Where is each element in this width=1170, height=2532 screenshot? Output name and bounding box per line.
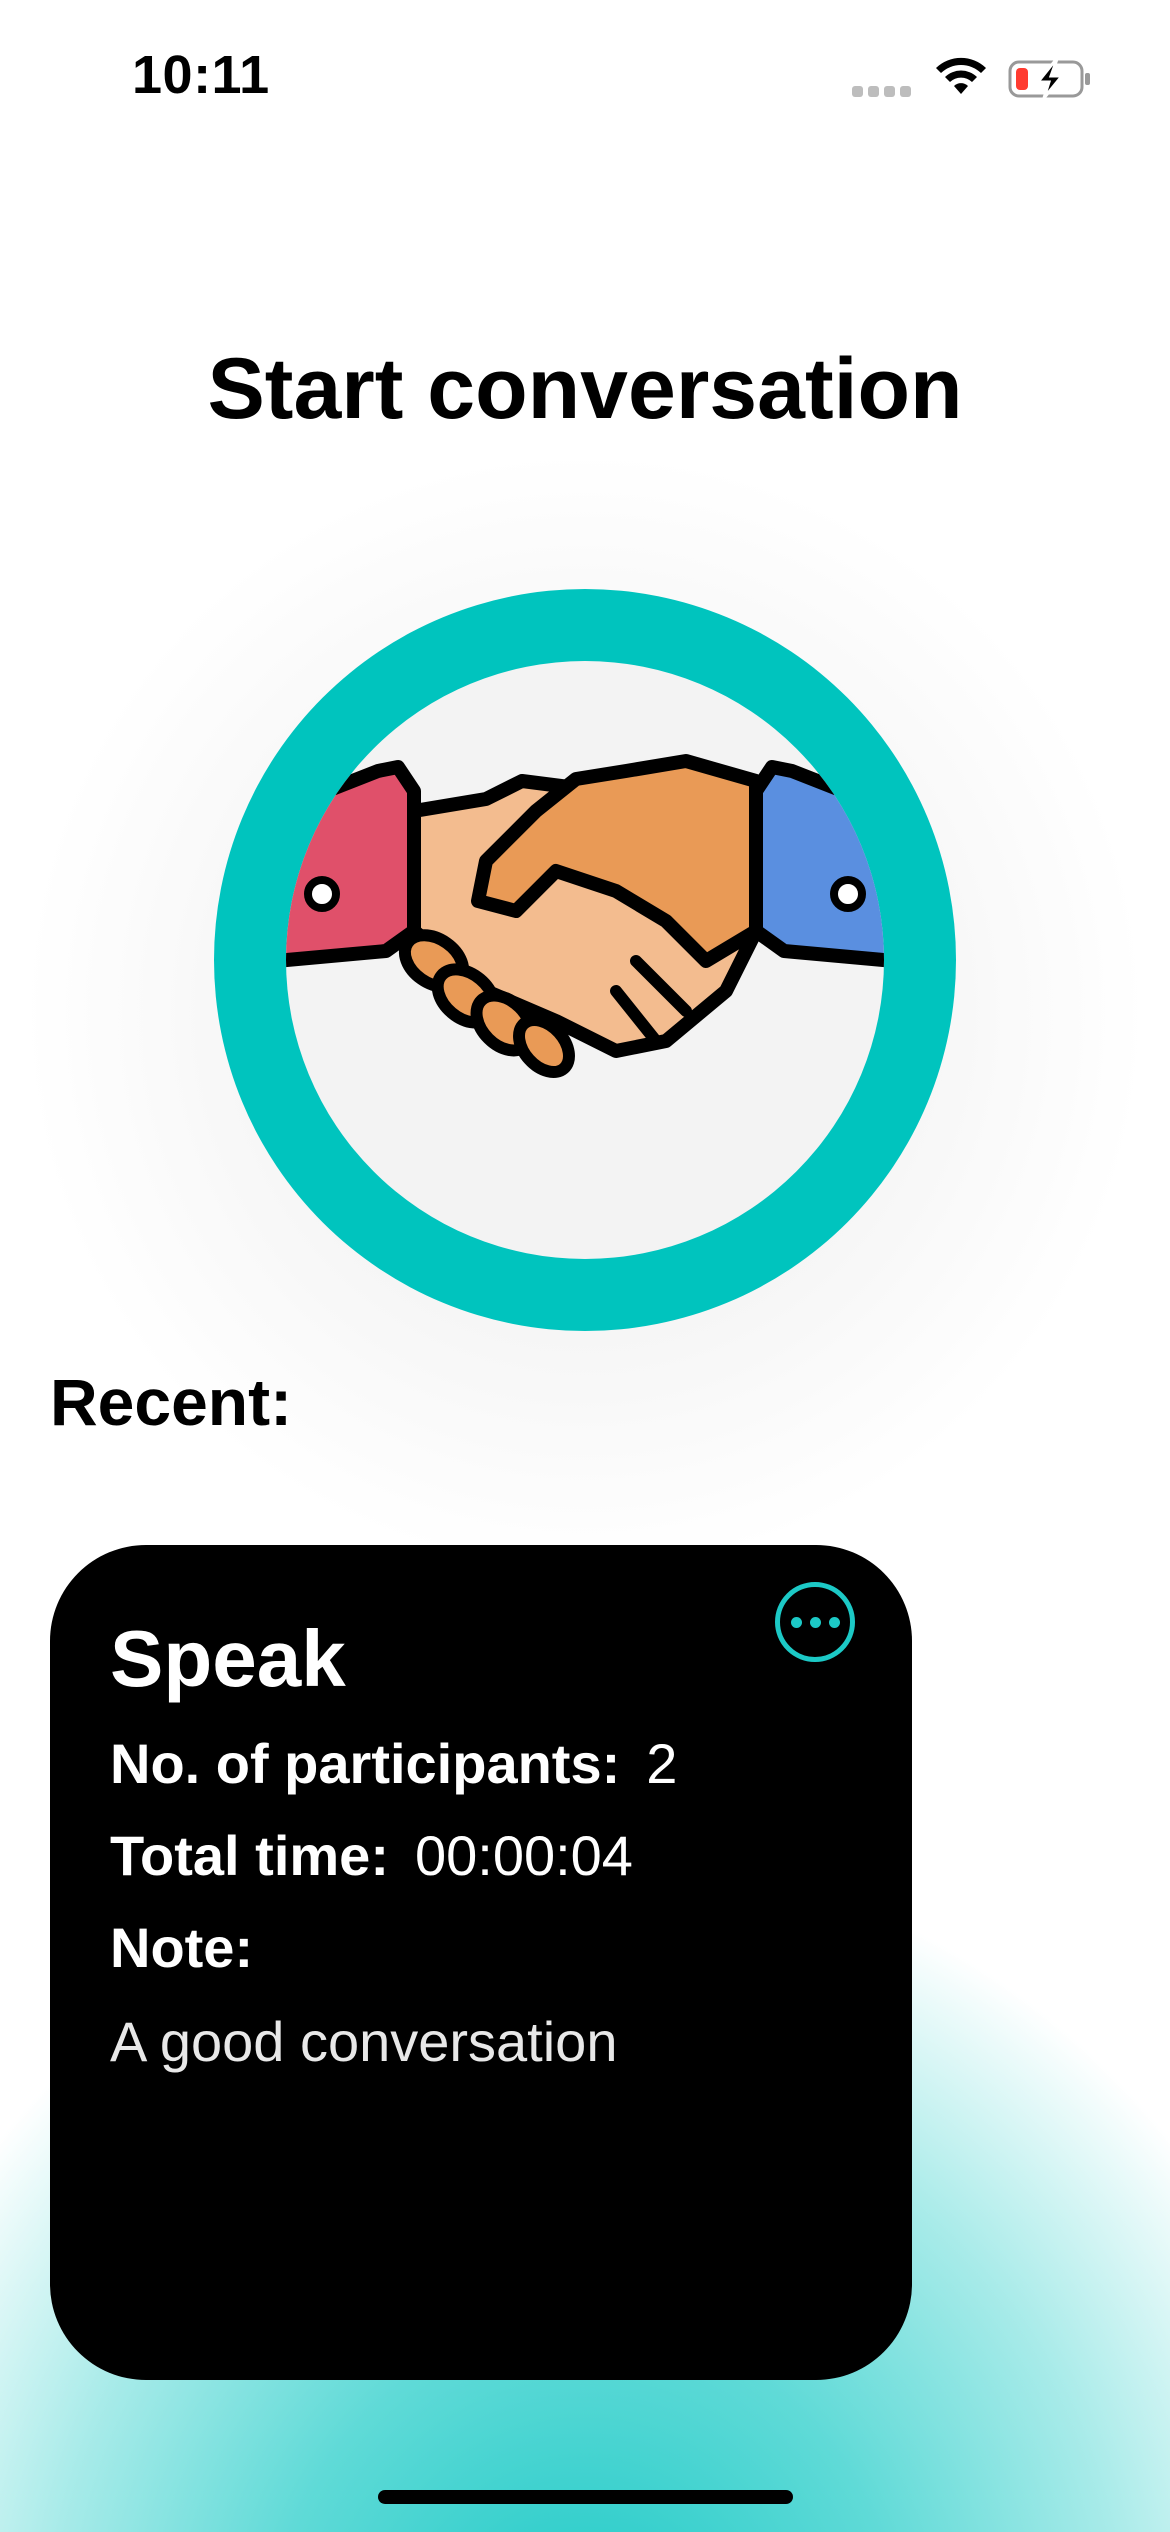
note-label: Note:: [110, 1916, 254, 1979]
start-conversation-button[interactable]: [214, 589, 956, 1331]
status-time: 10:11: [132, 45, 270, 105]
battery-charging-icon: [1008, 60, 1090, 99]
recent-section-label: Recent:: [50, 1365, 293, 1439]
recent-conversation-card[interactable]: Speak No. of participants: 2 Total time: 0…: [50, 1545, 912, 2380]
total-time-label: Total time:: [110, 1824, 389, 1887]
cellular-signal-icon: [852, 84, 916, 97]
participants-label: No. of participants:: [110, 1732, 621, 1795]
total-time-row: Total time: 00:00:04: [110, 1823, 633, 1888]
note-row: Note:: [110, 1915, 253, 1980]
home-indicator[interactable]: [378, 2490, 793, 2504]
more-icon[interactable]: [775, 1582, 855, 1662]
wifi-icon: [936, 57, 986, 94]
page-title: Start conversation: [207, 341, 963, 437]
participants-row: No. of participants: 2: [110, 1731, 677, 1796]
total-time-value: 00:00:04: [414, 1824, 633, 1887]
note-value: A good conversation: [110, 2010, 618, 2073]
handshake-image: [286, 661, 884, 1259]
handshake-icon: [286, 754, 884, 1079]
card-title: Speak: [110, 1614, 346, 1703]
participants-value: 2: [646, 1732, 678, 1795]
status-bar: 10:11: [0, 0, 1170, 150]
